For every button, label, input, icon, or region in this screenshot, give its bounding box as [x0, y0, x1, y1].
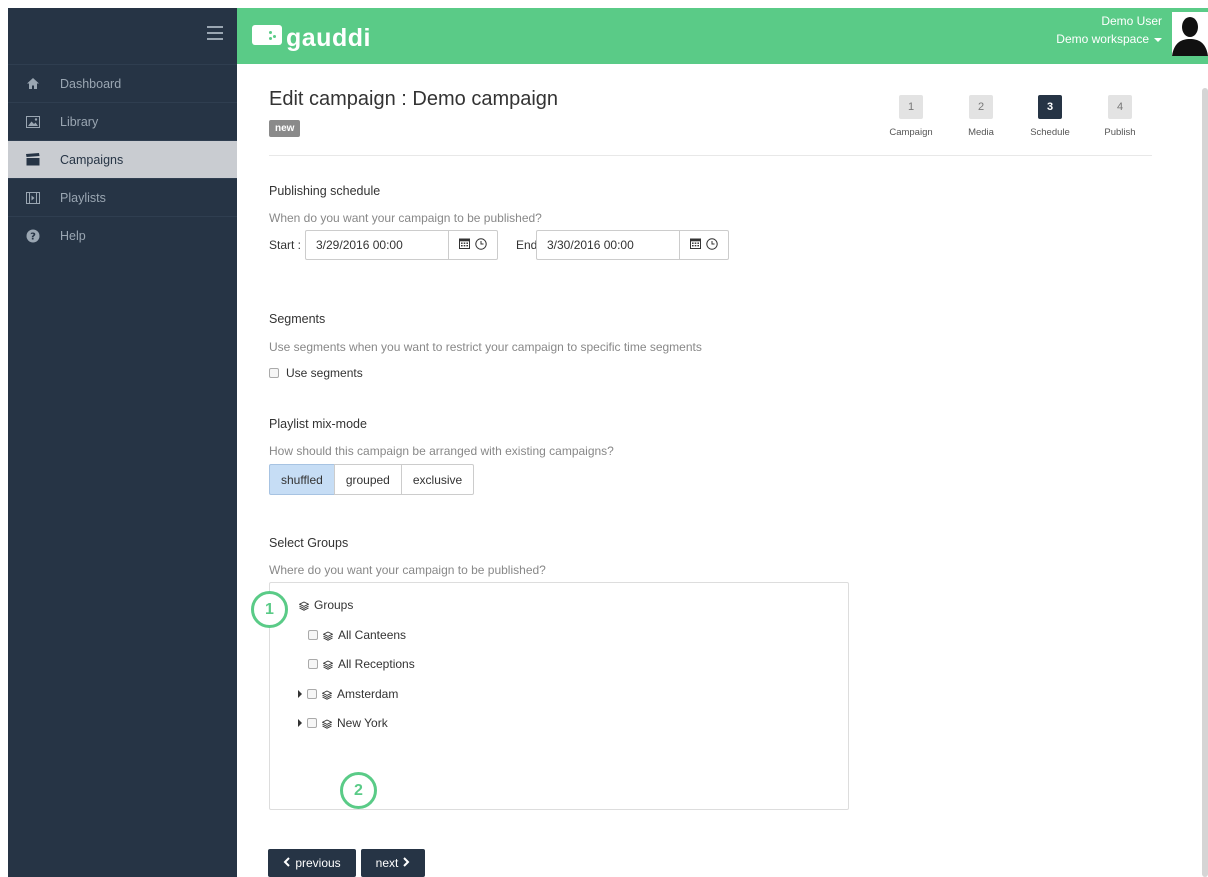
chevron-left-icon [283, 856, 291, 870]
main-content: Edit campaign : Demo campaign new 1 Camp… [237, 64, 1208, 877]
sidebar-item-help[interactable]: ? Help [8, 216, 237, 254]
app-window: Dashboard Library Campaigns Playlists ? … [8, 8, 1208, 877]
layers-icon [321, 718, 333, 729]
sidebar-item-dashboard[interactable]: Dashboard [8, 64, 237, 102]
schedule-title: Publishing schedule [269, 184, 381, 198]
step-campaign[interactable]: 1 Campaign [886, 95, 936, 138]
use-segments-checkbox[interactable] [269, 368, 279, 378]
sidebar: Dashboard Library Campaigns Playlists ? … [8, 8, 237, 877]
chevron-right-icon [402, 856, 410, 870]
tree-item-all-receptions[interactable]: All Receptions [308, 657, 415, 671]
user-workspace-dropdown: Demo workspace [1056, 30, 1162, 48]
step-number: 1 [899, 95, 923, 119]
sidebar-item-library[interactable]: Library [8, 102, 237, 140]
expand-caret-icon[interactable] [298, 719, 302, 727]
mix-mode-description: How should this campaign be arranged wit… [269, 444, 614, 458]
tree-item-label: All Canteens [338, 628, 407, 642]
step-number: 4 [1108, 95, 1132, 119]
clapperboard-icon [26, 153, 40, 167]
svg-text:?: ? [30, 231, 36, 242]
end-date-field[interactable]: 3/30/2016 00:00 [536, 230, 729, 260]
gauddi-logo[interactable]: gauddi [252, 16, 371, 53]
tree-item-label: Amsterdam [337, 687, 399, 701]
step-label: Schedule [1030, 127, 1070, 138]
step-number: 2 [969, 95, 993, 119]
tree-item-label: New York [337, 716, 388, 730]
group-checkbox[interactable] [307, 689, 317, 699]
mix-shuffled-button[interactable]: shuffled [269, 464, 335, 495]
end-date-value: 3/30/2016 00:00 [537, 231, 680, 259]
groups-description: Where do you want your campaign to be pu… [269, 563, 546, 577]
mix-exclusive-button[interactable]: exclusive [400, 464, 475, 495]
start-label: Start : [269, 238, 302, 252]
layers-icon [322, 630, 334, 641]
clock-icon[interactable] [475, 237, 487, 253]
mix-grouped-button[interactable]: grouped [333, 464, 402, 495]
status-badge: new [269, 120, 301, 137]
step-schedule[interactable]: 3 Schedule [1025, 95, 1075, 138]
logo-mark-icon [252, 24, 282, 45]
divider [269, 155, 1152, 156]
use-segments-label: Use segments [286, 366, 363, 380]
segments-description: Use segments when you want to restrict y… [269, 340, 702, 354]
schedule-description: When do you want your campaign to be pub… [269, 211, 542, 225]
expand-caret-icon[interactable] [298, 690, 302, 698]
scrollbar[interactable] [1202, 88, 1208, 877]
group-checkbox[interactable] [308, 630, 318, 640]
hamburger-menu-icon[interactable] [207, 26, 223, 40]
sidebar-item-label: Campaigns [60, 152, 124, 167]
next-label: next [375, 856, 399, 870]
tree-root[interactable]: Groups [298, 598, 354, 612]
sidebar-item-campaigns[interactable]: Campaigns [8, 140, 237, 178]
user-name: Demo User [1101, 14, 1162, 28]
sidebar-item-label: Library [60, 114, 99, 129]
groups-title: Select Groups [269, 536, 349, 550]
top-header: gauddi Demo User Demo workspace [237, 8, 1208, 64]
image-icon [26, 115, 40, 129]
tree-item-label: All Receptions [338, 657, 415, 671]
sidebar-item-playlists[interactable]: Playlists [8, 178, 237, 216]
callout-marker-1: 1 [251, 591, 288, 628]
group-checkbox[interactable] [308, 659, 318, 669]
callout-marker-2: 2 [340, 772, 377, 809]
use-segments-option[interactable]: Use segments [269, 366, 363, 380]
clock-icon[interactable] [706, 237, 718, 253]
film-icon [26, 191, 40, 205]
page-title: Edit campaign : Demo campaign [269, 88, 559, 110]
next-button[interactable]: next [361, 849, 425, 877]
step-label: Media [968, 127, 994, 138]
previous-button[interactable]: previous [268, 849, 356, 877]
tree-item-all-canteens[interactable]: All Canteens [308, 628, 406, 642]
mix-mode-button-group: shuffled grouped exclusive [269, 464, 475, 495]
home-icon [26, 77, 40, 91]
user-menu[interactable]: Demo User Demo workspace [1056, 12, 1162, 48]
calendar-icon[interactable] [690, 238, 701, 252]
sidebar-item-label: Dashboard [60, 76, 122, 91]
tree-root-label: Groups [314, 598, 354, 612]
mix-mode-title: Playlist mix-mode [269, 417, 367, 431]
tree-item-amsterdam[interactable]: Amsterdam [298, 687, 398, 701]
start-date-value: 3/29/2016 00:00 [306, 231, 449, 259]
logo-text: gauddi [286, 24, 371, 52]
avatar[interactable] [1172, 12, 1208, 56]
step-label: Campaign [889, 127, 933, 138]
step-publish[interactable]: 4 Publish [1095, 95, 1145, 138]
previous-label: previous [295, 856, 341, 870]
segments-title: Segments [269, 312, 326, 326]
step-label: Publish [1104, 127, 1136, 138]
layers-icon [298, 600, 310, 611]
step-number: 3 [1038, 95, 1062, 119]
step-media[interactable]: 2 Media [956, 95, 1006, 138]
sidebar-item-label: Playlists [60, 190, 106, 205]
start-date-field[interactable]: 3/29/2016 00:00 [305, 230, 498, 260]
group-checkbox[interactable] [307, 718, 317, 728]
layers-icon [321, 689, 333, 700]
sidebar-item-label: Help [60, 228, 86, 243]
tree-item-new-york[interactable]: New York [298, 716, 388, 730]
layers-icon [322, 659, 334, 670]
groups-tree: Groups All Canteens All Receptions Amste… [251, 582, 849, 810]
question-circle-icon: ? [26, 229, 40, 243]
calendar-icon[interactable] [459, 238, 470, 252]
